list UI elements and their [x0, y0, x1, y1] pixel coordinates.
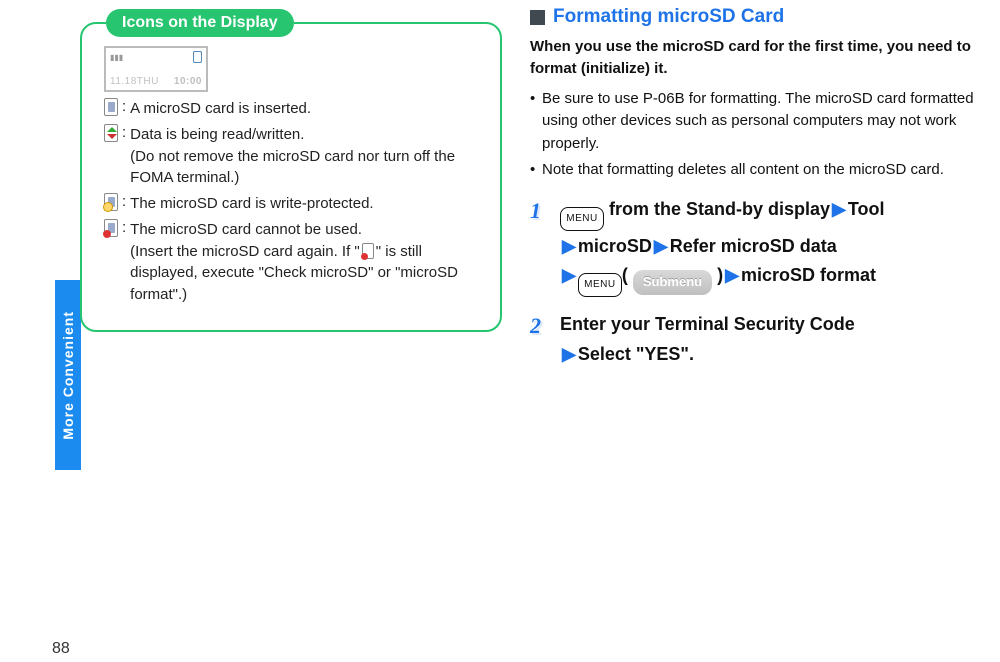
sd-err-text1: The microSD card cannot be used.	[130, 221, 362, 238]
icons-on-display-title: Icons on the Display	[106, 9, 294, 37]
sd-err-text2a: (Insert the microSD card again. If "	[130, 243, 360, 260]
phone-date: 11.18THU	[110, 76, 159, 87]
sd-error-icon-inline	[362, 243, 374, 259]
submenu-pill: Submenu	[633, 270, 712, 294]
step-2: 2 Enter your Terminal Security Code ▶Sel…	[530, 311, 992, 369]
right-column: Formatting microSD Card When you use the…	[530, 0, 992, 662]
menu-key-icon: MENU	[578, 273, 622, 297]
bullet-1-text: Be sure to use P-06B for formatting. The…	[542, 88, 992, 156]
sd-icon	[193, 51, 202, 63]
step-2-number: 2	[530, 309, 556, 335]
chevron-right-icon: ▶	[560, 344, 578, 364]
step1-microsd-format: microSD format	[741, 265, 876, 285]
sd-inserted-text: A microSD card is inserted.	[130, 98, 478, 120]
section-title: Formatting microSD Card	[553, 6, 784, 28]
chevron-right-icon: ▶	[652, 236, 670, 256]
sd-rw-text2: (Do not remove the microSD card nor turn…	[130, 148, 455, 187]
side-tab: More Convenient	[55, 280, 81, 470]
sd-writeprotect-icon	[104, 193, 118, 211]
sd-rw-text1: Data is being read/written.	[130, 126, 304, 143]
step2-line1: Enter your Terminal Security Code	[560, 314, 855, 334]
step1-tool: Tool	[848, 199, 885, 219]
icon-legend-list: : A microSD card is inserted. : Data is …	[104, 98, 478, 306]
step-1: 1 MENU from the Stand-by display▶Tool ▶m…	[530, 196, 992, 298]
menu-key-icon: MENU	[560, 207, 604, 231]
chevron-right-icon: ▶	[560, 236, 578, 256]
bullet-1: • Be sure to use P-06B for formatting. T…	[530, 88, 992, 156]
bullet-2: • Note that formatting deletes all conte…	[530, 159, 992, 182]
chevron-right-icon: ▶	[560, 265, 578, 285]
step1-refer: Refer microSD data	[670, 236, 837, 256]
chevron-right-icon: ▶	[723, 265, 741, 285]
sd-readwrite-icon	[104, 124, 118, 142]
left-column: Icons on the Display ▮▮▮ 11.18THU 10:00 …	[80, 0, 508, 662]
lead-text: When you use the microSD card for the fi…	[530, 36, 992, 80]
sd-error-icon	[104, 219, 118, 237]
bullet-2-text: Note that formatting deletes all content…	[542, 159, 992, 182]
phone-clock: 10:00	[174, 76, 202, 87]
phone-screen-preview: ▮▮▮ 11.18THU 10:00	[104, 46, 208, 92]
step1-from-standby: from the Stand-by display	[604, 199, 830, 219]
page-number: 88	[52, 640, 70, 658]
section-square-icon	[530, 10, 545, 25]
step-1-number: 1	[530, 194, 556, 220]
side-tab-label: More Convenient	[60, 311, 76, 440]
sd-wp-text: The microSD card is write-protected.	[130, 193, 478, 215]
step1-microsd: microSD	[578, 236, 652, 256]
section-heading: Formatting microSD Card	[530, 6, 992, 28]
chevron-right-icon: ▶	[830, 199, 848, 219]
icons-on-display-panel: Icons on the Display ▮▮▮ 11.18THU 10:00 …	[80, 22, 502, 332]
step2-line2: Select "YES".	[578, 344, 694, 364]
sd-inserted-icon	[104, 98, 118, 116]
